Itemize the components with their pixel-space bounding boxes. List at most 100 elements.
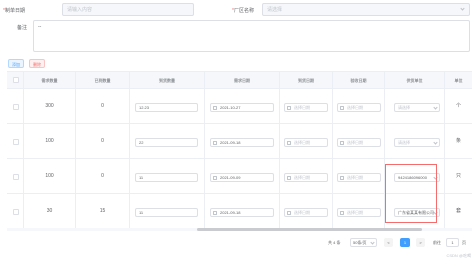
cell-qty: 22 xyxy=(130,124,205,159)
remark-textarea[interactable]: -- xyxy=(33,20,470,52)
table-header: 需求数量 已到数量 到货数量 需求日期 到货日期 验收日期 供货单位 单位 xyxy=(7,72,472,89)
header-demand: 需求数量 xyxy=(24,72,76,89)
cell-qty: 11 xyxy=(130,159,205,194)
arrive-date-picker[interactable]: 选择日期 xyxy=(284,138,328,147)
cell-arrive-date: 选择日期 xyxy=(280,89,333,124)
chevron-down-icon xyxy=(433,105,438,110)
cell-unit: 只 xyxy=(455,173,461,179)
accept-date-picker[interactable]: 选择日期 xyxy=(337,173,381,182)
arrive-date-picker[interactable]: 选择日期 xyxy=(284,208,328,217)
qty-input[interactable]: 22 xyxy=(135,138,198,147)
demand-date-value: 2021-09-18 xyxy=(220,210,241,215)
cell-unit: 个 xyxy=(455,103,461,109)
accept-date-placeholder: 选择日期 xyxy=(347,210,363,215)
row-checkbox[interactable] xyxy=(13,174,19,180)
fixed-column-divider xyxy=(23,71,24,228)
header-select-col xyxy=(7,72,24,89)
demand-date-picker[interactable]: 2021-09-18 xyxy=(210,208,274,217)
cell-select xyxy=(7,89,24,124)
prev-page-button[interactable]: < xyxy=(384,238,393,247)
cell-unit: 条 xyxy=(455,138,461,144)
field2-label: *厂区名称 xyxy=(232,7,254,14)
remark-label: 备注 xyxy=(17,24,27,31)
accept-date-placeholder: 选择日期 xyxy=(347,105,363,110)
demand-date-picker[interactable]: 2021-09-18 xyxy=(210,138,274,147)
table-row: 300 0 12.23 2021-10-27 选择日期 选择日期 请选择 个 xyxy=(7,89,472,124)
demand-date-picker[interactable]: 2021-10-27 xyxy=(210,103,274,112)
cell-supplier: 请选择 xyxy=(385,124,445,159)
delete-button[interactable]: 删除 xyxy=(29,59,45,68)
qty-value: 11 xyxy=(139,175,144,180)
field1-label-text: 制单日期 xyxy=(4,8,25,14)
supplier-select[interactable]: 请选择 xyxy=(394,138,440,147)
field1-label: *制单日期 xyxy=(3,7,25,14)
calendar-icon xyxy=(287,141,291,145)
remark-value: -- xyxy=(38,24,42,30)
qty-input[interactable]: 11 xyxy=(135,208,198,217)
page-size-value: 50条/页 xyxy=(353,240,367,245)
calendar-icon xyxy=(340,211,344,215)
cell-arrive-date: 选择日期 xyxy=(280,159,333,194)
calendar-icon xyxy=(340,106,344,110)
cell-demand: 30 xyxy=(24,194,76,229)
calendar-icon xyxy=(213,141,217,145)
supplier-select[interactable]: 请选择 xyxy=(394,103,440,112)
page-1-button[interactable]: 1 xyxy=(400,238,410,247)
row-checkbox[interactable] xyxy=(13,139,19,145)
next-page-button[interactable]: > xyxy=(416,238,425,247)
header-arrive-date: 到货日期 xyxy=(280,72,333,89)
goto-label: 前往 xyxy=(433,240,441,245)
qty-input[interactable]: 12.23 xyxy=(135,103,198,112)
demand-date-value: 2021-09-09 xyxy=(220,175,241,180)
row-checkbox[interactable] xyxy=(13,104,19,110)
supplier-value: 请选择 xyxy=(398,140,410,145)
accept-date-picker[interactable]: 选择日期 xyxy=(337,208,381,217)
qty-value: 12.23 xyxy=(139,105,150,110)
row-checkbox[interactable] xyxy=(13,209,19,215)
cell-arrived: 0 xyxy=(76,124,130,159)
supplier-value: 请选择 xyxy=(398,105,410,110)
arrive-date-picker[interactable]: 选择日期 xyxy=(284,173,328,182)
chevron-down-icon xyxy=(460,6,465,11)
page-size-select[interactable]: 50条/页 xyxy=(350,238,377,247)
cell-arrived: 0 xyxy=(76,159,130,194)
header-accept-date: 验收日期 xyxy=(333,72,385,89)
accept-date-picker[interactable]: 选择日期 xyxy=(337,138,381,147)
add-button[interactable]: 添加 xyxy=(8,59,24,68)
select-all-checkbox[interactable] xyxy=(13,77,19,83)
chevron-down-icon xyxy=(433,140,438,145)
accept-date-picker[interactable]: 选择日期 xyxy=(337,103,381,112)
cell-supplier: 请选择 xyxy=(385,89,445,124)
cell-accept-date: 选择日期 xyxy=(333,159,385,194)
header-arrived: 已到数量 xyxy=(76,72,130,89)
calendar-icon xyxy=(213,176,217,180)
field2-select[interactable]: 请选择 xyxy=(262,3,470,16)
arrive-date-placeholder: 选择日期 xyxy=(294,210,310,215)
demand-date-value: 2021-09-18 xyxy=(220,140,241,145)
horizontal-scrollbar[interactable] xyxy=(7,228,472,231)
cell-arrive-date: 选择日期 xyxy=(280,194,333,229)
arrive-date-placeholder: 选择日期 xyxy=(294,140,310,145)
remark-label-text: 备注 xyxy=(17,25,28,31)
cell-demand: 100 xyxy=(24,124,76,159)
qty-input[interactable]: 11 xyxy=(135,173,198,182)
field2-placeholder: 请选择 xyxy=(267,7,283,13)
scrollbar-thumb[interactable] xyxy=(197,228,422,231)
demand-date-picker[interactable]: 2021-09-09 xyxy=(210,173,274,182)
highlight-box xyxy=(385,164,437,223)
calendar-icon xyxy=(287,106,291,110)
arrive-date-picker[interactable]: 选择日期 xyxy=(284,103,328,112)
header-unit: 单位 xyxy=(454,78,463,83)
field1-placeholder: 请输入内容 xyxy=(67,7,93,13)
cell-demand: 300 xyxy=(24,89,76,124)
cell-accept-date: 选择日期 xyxy=(333,89,385,124)
calendar-icon xyxy=(287,211,291,215)
accept-date-placeholder: 选择日期 xyxy=(347,175,363,180)
qty-value: 11 xyxy=(139,210,144,215)
field1-input[interactable]: 请输入内容 xyxy=(62,3,194,16)
goto-page-input[interactable]: 1 xyxy=(446,238,459,247)
calendar-icon xyxy=(213,106,217,110)
cell-demand: 100 xyxy=(24,159,76,194)
demand-date-value: 2021-10-27 xyxy=(220,105,241,110)
cell-demand-date: 2021-09-18 xyxy=(205,124,280,159)
